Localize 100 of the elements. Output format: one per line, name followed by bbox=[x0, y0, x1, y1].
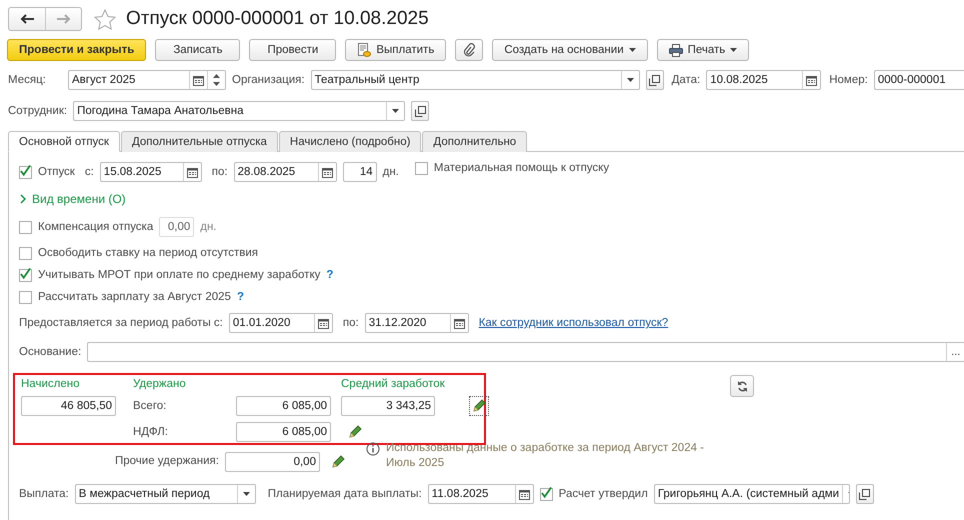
field-label: Номер: bbox=[829, 74, 868, 86]
help-link[interactable]: ? bbox=[326, 269, 334, 281]
calendar-icon bbox=[454, 318, 465, 328]
pencil-icon bbox=[348, 425, 362, 439]
checkbox-label: Учитывать МРОТ при оплате по среднему заработку bbox=[38, 269, 320, 281]
toolbar-button[interactable]: Провести bbox=[249, 39, 336, 61]
create-based-button[interactable]: Создать на основании bbox=[492, 39, 648, 61]
checkbox[interactable] bbox=[19, 166, 32, 178]
checkbox-label: Расчет утвердил bbox=[558, 488, 648, 500]
open-window-icon bbox=[649, 74, 660, 86]
checkbox-label: Материальная помощь к отпуску bbox=[434, 162, 610, 174]
calendar-icon bbox=[806, 74, 818, 86]
checkbox-label: Рассчитать зарплату за Август 2025 bbox=[38, 291, 231, 303]
field-label: Основание: bbox=[19, 346, 82, 358]
post-close-button[interactable]: Провести и закрыть bbox=[7, 39, 146, 61]
field-label: с: bbox=[84, 166, 94, 178]
period-from-field[interactable]: 01.01.2020 bbox=[228, 313, 333, 333]
checkbox-label: Освободить ставку на период отсутствия bbox=[38, 247, 258, 259]
pay-button[interactable]: Выплатить bbox=[345, 39, 446, 61]
refresh-icon bbox=[736, 380, 748, 392]
field-label: Выплата: bbox=[19, 488, 69, 500]
calendar-icon bbox=[518, 488, 530, 500]
tab[interactable]: Начислено (подробно) bbox=[278, 131, 422, 152]
calendar-button[interactable] bbox=[450, 314, 468, 332]
time-kind-expander[interactable]: Вид времени (О) bbox=[20, 192, 126, 206]
checkbox[interactable] bbox=[414, 162, 428, 174]
open-window-icon bbox=[859, 488, 870, 500]
star-icon[interactable] bbox=[94, 8, 116, 30]
field-label: НДФЛ: bbox=[133, 426, 169, 438]
open-button[interactable] bbox=[646, 70, 664, 90]
vacation-usage-link[interactable]: Как сотрудник использовал отпуск? bbox=[478, 317, 668, 329]
dropdown-button[interactable] bbox=[620, 71, 639, 89]
number-field[interactable]: 0000-000001 bbox=[874, 70, 964, 90]
calendar-icon bbox=[318, 318, 329, 328]
field-label: Дата: bbox=[672, 74, 700, 86]
month-field[interactable]: Август 2025 bbox=[68, 70, 226, 90]
calendar-button[interactable] bbox=[514, 485, 533, 503]
tab[interactable]: Дополнительно bbox=[422, 131, 528, 152]
caret-icon bbox=[628, 48, 636, 52]
calendar-button[interactable] bbox=[802, 71, 820, 89]
basis-field[interactable]: ... bbox=[87, 342, 964, 362]
checkbox[interactable] bbox=[540, 488, 553, 500]
calendar-icon bbox=[186, 166, 198, 178]
calendar-button[interactable] bbox=[318, 163, 336, 181]
organization-field[interactable]: Театральный центр bbox=[310, 70, 640, 90]
checkbox[interactable] bbox=[19, 268, 32, 282]
calendar-icon bbox=[322, 166, 333, 178]
open-button[interactable] bbox=[411, 101, 430, 121]
tab[interactable]: Дополнительные отпуска bbox=[120, 131, 278, 152]
accrued-field[interactable]: 46 805,50 bbox=[21, 396, 116, 416]
document-title: Отпуск 0000-000001 от 10.08.2025 bbox=[126, 8, 429, 30]
field-label: Месяц: bbox=[8, 74, 47, 86]
date-field[interactable]: 10.08.2025 bbox=[706, 70, 822, 90]
period-to-field[interactable]: 31.12.2020 bbox=[364, 313, 469, 333]
calendar-button[interactable] bbox=[189, 71, 207, 89]
calendar-button[interactable] bbox=[314, 314, 332, 332]
employee-field[interactable]: Погодина Тамара Анатольевна bbox=[73, 101, 406, 121]
caret-icon bbox=[626, 78, 634, 82]
edit-button[interactable] bbox=[469, 396, 489, 416]
select-button[interactable]: ... bbox=[946, 343, 964, 361]
average-earnings-field[interactable]: 3 343,25 bbox=[341, 396, 435, 416]
other-deductions-field[interactable]: 0,00 bbox=[224, 452, 320, 472]
approver-field[interactable]: Григорьянц А.А. (системный адми bbox=[654, 484, 850, 504]
checkbox[interactable] bbox=[19, 290, 32, 304]
calendar-icon bbox=[193, 74, 204, 86]
unit-label: дн. bbox=[200, 221, 217, 233]
dropdown-button[interactable] bbox=[386, 102, 404, 120]
checkbox-label: Компенсация отпуска bbox=[38, 221, 154, 233]
toolbar-button[interactable]: Записать bbox=[155, 39, 240, 61]
help-link[interactable]: ? bbox=[236, 291, 244, 303]
paperclip-icon bbox=[463, 43, 476, 57]
field-label: Организация: bbox=[232, 74, 305, 86]
section-title: Начислено bbox=[21, 378, 80, 390]
open-window-icon bbox=[414, 106, 426, 116]
payment-field[interactable]: В межрасчетный период bbox=[74, 484, 256, 504]
withheld-total-field[interactable]: 6 085,00 bbox=[236, 396, 331, 416]
date-to-field[interactable]: 28.08.2025 bbox=[234, 162, 337, 182]
open-button[interactable] bbox=[856, 484, 874, 504]
tab[interactable]: Основной отпуск bbox=[8, 131, 120, 152]
refresh-button[interactable] bbox=[730, 375, 754, 397]
field-label: Всего: bbox=[133, 400, 168, 412]
date-from-field[interactable]: 15.08.2025 bbox=[100, 162, 202, 182]
tax-field[interactable]: 6 085,00 bbox=[236, 422, 331, 442]
printer-icon bbox=[668, 44, 683, 56]
spinner-button[interactable] bbox=[207, 71, 225, 89]
section-title: Удержано bbox=[133, 378, 187, 390]
field-label: по: bbox=[212, 166, 228, 178]
attach-button[interactable] bbox=[455, 39, 484, 61]
forward-arrow-icon bbox=[56, 14, 70, 24]
chevron-icon bbox=[20, 194, 26, 204]
info-icon bbox=[366, 442, 380, 456]
planned-date-field[interactable]: 11.08.2025 bbox=[428, 484, 534, 504]
dropdown-button[interactable] bbox=[236, 485, 255, 503]
days-field[interactable]: 14 bbox=[342, 162, 377, 182]
calendar-button[interactable] bbox=[182, 163, 201, 181]
caret-icon bbox=[730, 48, 738, 52]
checkbox[interactable] bbox=[19, 220, 32, 234]
compensation-field[interactable]: 0,00 bbox=[159, 217, 194, 237]
print-button[interactable]: Печать bbox=[656, 39, 750, 61]
checkbox[interactable] bbox=[19, 246, 32, 260]
